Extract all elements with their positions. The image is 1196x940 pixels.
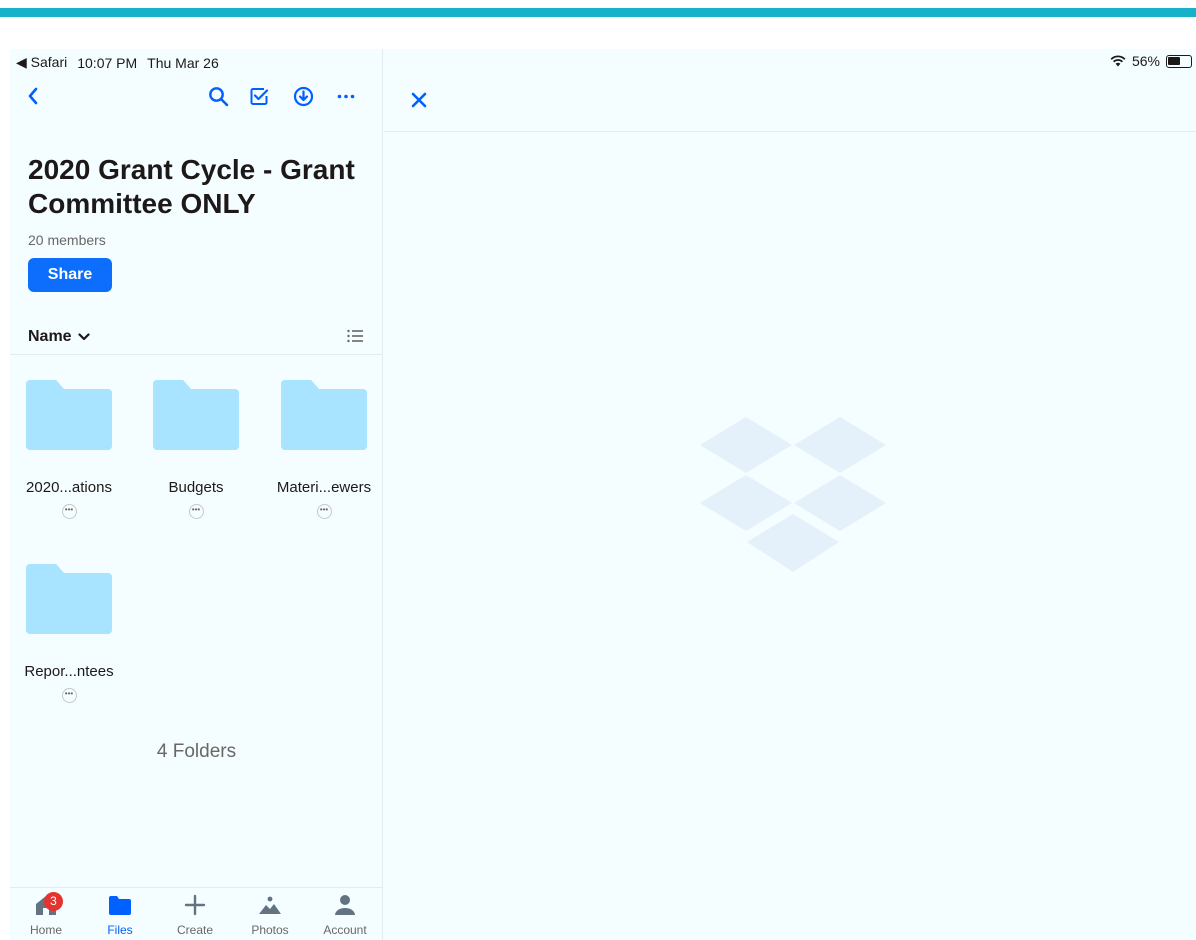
search-icon[interactable] bbox=[208, 86, 229, 107]
folder-icon bbox=[153, 380, 239, 450]
folder-name: Materi...ewers bbox=[276, 479, 372, 496]
member-count[interactable]: 20 members bbox=[28, 232, 106, 248]
folder-icon bbox=[281, 380, 367, 450]
folder-more-icon[interactable]: ••• bbox=[316, 504, 332, 519]
download-circle-icon[interactable] bbox=[293, 86, 314, 107]
more-options-icon[interactable] bbox=[337, 94, 355, 99]
folder-more-icon[interactable]: ••• bbox=[188, 504, 204, 519]
notification-badge: 3 bbox=[44, 892, 63, 911]
tab-label: Photos bbox=[251, 923, 289, 937]
plus-icon bbox=[184, 894, 206, 916]
folder-item[interactable]: Repor...ntees ••• bbox=[14, 564, 124, 703]
tab-bar: 3 Home Files Create Photos Account bbox=[10, 887, 383, 940]
folder-name: Budgets bbox=[168, 479, 224, 496]
folder-title: 2020 Grant Cycle - Grant Committee ONLY bbox=[28, 154, 355, 219]
tab-home[interactable]: 3 Home bbox=[14, 892, 78, 937]
folder-toolbar bbox=[10, 85, 383, 119]
tab-photos[interactable]: Photos bbox=[238, 894, 302, 937]
tab-label: Account bbox=[323, 923, 367, 937]
folder-name: 2020...ations bbox=[26, 479, 112, 496]
preview-header-divider bbox=[384, 131, 1196, 132]
folder-count: 4 Folders bbox=[156, 741, 237, 762]
top-accent-stripe bbox=[0, 8, 1196, 17]
preview-pane bbox=[384, 49, 1196, 940]
tab-account[interactable]: Account bbox=[313, 894, 377, 937]
sort-row: Name bbox=[10, 319, 383, 355]
folder-icon bbox=[109, 896, 131, 915]
tab-label: Create bbox=[176, 923, 214, 937]
ipad-screen: ◀ Safari 10:07 PM Thu Mar 26 56% 2020 Gr… bbox=[10, 49, 1196, 940]
tab-label: Files bbox=[107, 923, 133, 937]
dropbox-logo-icon bbox=[700, 417, 886, 572]
folder-item[interactable]: 2020...ations ••• bbox=[14, 380, 124, 519]
person-icon bbox=[335, 895, 355, 915]
sort-label: Name bbox=[28, 328, 72, 345]
folder-item[interactable]: Budgets ••• bbox=[141, 380, 251, 519]
list-view-icon[interactable] bbox=[347, 329, 363, 343]
chevron-down-icon bbox=[77, 333, 90, 341]
photos-mountain-icon bbox=[259, 896, 281, 914]
tab-create[interactable]: Create bbox=[163, 894, 227, 937]
close-icon[interactable] bbox=[410, 91, 428, 109]
tab-label: Home bbox=[29, 923, 62, 937]
select-checkbox-icon[interactable] bbox=[249, 86, 270, 107]
share-button[interactable]: Share bbox=[28, 258, 112, 292]
folder-name: Repor...ntees bbox=[24, 663, 114, 680]
folder-icon bbox=[26, 380, 112, 450]
folder-more-icon[interactable]: ••• bbox=[61, 688, 77, 703]
folder-more-icon[interactable]: ••• bbox=[61, 504, 77, 519]
sort-dropdown[interactable]: Name bbox=[28, 328, 90, 346]
folder-pane: 2020 Grant Cycle - Grant Committee ONLY … bbox=[10, 49, 383, 940]
folder-icon bbox=[26, 564, 112, 634]
back-chevron-icon[interactable] bbox=[27, 87, 39, 105]
folder-item[interactable]: Materi...ewers ••• bbox=[269, 380, 379, 519]
tab-files[interactable]: Files bbox=[88, 894, 152, 937]
